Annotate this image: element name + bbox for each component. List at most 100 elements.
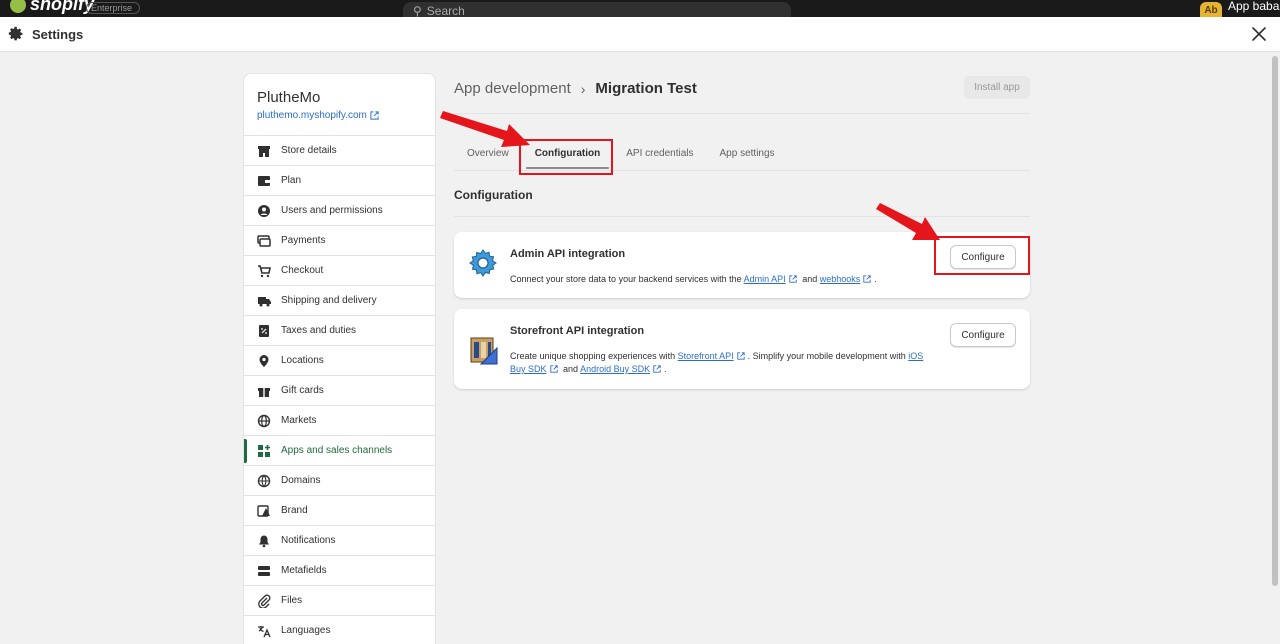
sidebar-item-label: Locations bbox=[281, 355, 324, 366]
external-link-icon bbox=[737, 352, 745, 360]
desc-text: . bbox=[874, 274, 877, 284]
sidebar-item-taxes-and-duties[interactable]: Taxes and duties bbox=[244, 315, 435, 345]
highlight-box-configuration-tab bbox=[519, 139, 613, 175]
tab-overview[interactable]: Overview bbox=[454, 140, 522, 166]
breadcrumb: App development › Migration Test bbox=[454, 80, 697, 97]
tabs: Overview Configuration API credentials A… bbox=[454, 140, 788, 170]
admin-api-description: Connect your store data to your backend … bbox=[510, 273, 930, 286]
tab-api-credentials[interactable]: API credentials bbox=[613, 140, 706, 166]
search-placeholder: Search bbox=[426, 4, 465, 17]
payments-icon bbox=[257, 234, 271, 248]
brand-icon bbox=[257, 504, 271, 518]
sidebar-item-shipping-and-delivery[interactable]: Shipping and delivery bbox=[244, 285, 435, 315]
sidebar-item-label: Users and permissions bbox=[281, 205, 383, 216]
sidebar-item-checkout[interactable]: Checkout bbox=[244, 255, 435, 285]
search-bar[interactable]: ⚲ Search bbox=[403, 2, 791, 17]
truck-icon bbox=[257, 294, 271, 308]
configure-storefront-api-button[interactable]: Configure bbox=[950, 323, 1016, 347]
settings-header: Settings bbox=[0, 17, 1280, 52]
sidebar-item-label: Markets bbox=[281, 415, 317, 426]
apps-icon bbox=[257, 444, 271, 458]
storefront-api-title: Storefront API integration bbox=[510, 325, 645, 337]
sidebar-item-label: Notifications bbox=[281, 535, 336, 546]
settings-nav: Store details Plan Users and permissions Pa… bbox=[244, 135, 435, 644]
user-name[interactable]: App baba bbox=[1228, 0, 1279, 13]
sidebar-item-store-details[interactable]: Store details bbox=[244, 135, 435, 165]
metafields-icon bbox=[257, 564, 271, 578]
external-link-icon bbox=[789, 275, 797, 283]
sidebar-item-plan[interactable]: Plan bbox=[244, 165, 435, 195]
sidebar-item-users-and-permissions[interactable]: Users and permissions bbox=[244, 195, 435, 225]
scrollbar[interactable] bbox=[1270, 52, 1280, 644]
sidebar-item-label: Apps and sales channels bbox=[281, 445, 393, 456]
sidebar-item-label: Payments bbox=[281, 235, 326, 246]
webhooks-link[interactable]: webhooks bbox=[820, 274, 861, 284]
desc-text: and bbox=[802, 274, 818, 284]
sidebar-item-label: Shipping and delivery bbox=[281, 295, 377, 306]
admin-topbar: shopify Enterprise ⚲ Search Ab App baba bbox=[0, 0, 1280, 17]
sidebar-item-label: Taxes and duties bbox=[281, 325, 357, 336]
sidebar-item-label: Checkout bbox=[281, 265, 324, 276]
tax-icon bbox=[257, 324, 271, 338]
store-icon bbox=[257, 144, 271, 158]
desc-text: Connect your store data to your backend … bbox=[510, 274, 742, 284]
sidebar-item-files[interactable]: Files bbox=[244, 585, 435, 615]
user-icon bbox=[257, 204, 271, 218]
paperclip-icon bbox=[257, 594, 271, 608]
gift-icon bbox=[257, 384, 271, 398]
sidebar-item-apps-and-sales-channels[interactable]: Apps and sales channels bbox=[244, 435, 435, 465]
sidebar-item-label: Languages bbox=[281, 625, 331, 636]
sidebar-item-label: Metafields bbox=[281, 565, 327, 576]
sidebar-item-metafields[interactable]: Metafields bbox=[244, 555, 435, 585]
sidebar-item-label: Plan bbox=[281, 175, 302, 186]
shopify-bag-icon bbox=[10, 0, 26, 13]
search-icon: ⚲ bbox=[413, 4, 422, 17]
store-url-link[interactable]: pluthemo.myshopify.com bbox=[257, 110, 379, 121]
sidebar-item-payments[interactable]: Payments bbox=[244, 225, 435, 255]
sidebar-item-languages[interactable]: Languages bbox=[244, 615, 435, 644]
sidebar-item-markets[interactable]: Markets bbox=[244, 405, 435, 435]
highlight-box-configure-button bbox=[934, 236, 1030, 275]
admin-api-link[interactable]: Admin API bbox=[744, 274, 786, 284]
sidebar-item-notifications[interactable]: Notifications bbox=[244, 525, 435, 555]
plan-icon bbox=[257, 174, 271, 188]
globe-icon bbox=[257, 414, 271, 428]
external-link-icon bbox=[370, 111, 379, 120]
install-app-button[interactable]: Install app bbox=[964, 76, 1030, 99]
shopify-logo[interactable]: shopify bbox=[10, 0, 94, 15]
domain-icon bbox=[257, 474, 271, 488]
translate-icon bbox=[257, 624, 271, 638]
sidebar-item-label: Store details bbox=[281, 145, 337, 156]
location-icon bbox=[257, 354, 271, 368]
close-icon[interactable] bbox=[1249, 24, 1269, 44]
divider bbox=[454, 113, 1030, 114]
cart-icon bbox=[257, 264, 271, 278]
store-name: PlutheMo bbox=[257, 89, 321, 106]
gear-icon bbox=[8, 26, 23, 41]
logo-text: shopify bbox=[30, 0, 95, 14]
scrollbar-thumb[interactable] bbox=[1272, 56, 1278, 586]
sidebar-item-label: Files bbox=[281, 595, 303, 606]
android-buy-sdk-link[interactable]: Android Buy SDK bbox=[580, 364, 650, 374]
storefront-api-link[interactable]: Storefront API bbox=[678, 351, 734, 361]
storefront-icon bbox=[470, 337, 498, 365]
divider bbox=[454, 216, 1030, 217]
desc-text: and bbox=[563, 364, 579, 374]
desc-text: . bbox=[664, 364, 667, 374]
page-title: Migration Test bbox=[595, 80, 697, 97]
settings-sidebar: PlutheMo pluthemo.myshopify.com Store de… bbox=[243, 73, 436, 644]
settings-title: Settings bbox=[32, 27, 84, 42]
sidebar-item-domains[interactable]: Domains bbox=[244, 465, 435, 495]
cog-icon bbox=[469, 249, 497, 277]
sidebar-item-gift-cards[interactable]: Gift cards bbox=[244, 375, 435, 405]
storefront-api-description: Create unique shopping experiences with … bbox=[510, 350, 930, 376]
external-link-icon bbox=[549, 365, 558, 373]
desc-text: . Simplify your mobile development with bbox=[747, 351, 906, 361]
desc-text: Create unique shopping experiences with bbox=[510, 351, 676, 361]
avatar[interactable]: Ab bbox=[1200, 2, 1222, 17]
tab-app-settings[interactable]: App settings bbox=[707, 140, 788, 166]
sidebar-item-locations[interactable]: Locations bbox=[244, 345, 435, 375]
breadcrumb-parent[interactable]: App development bbox=[454, 80, 571, 97]
store-badge: Enterprise bbox=[86, 2, 140, 14]
sidebar-item-brand[interactable]: Brand bbox=[244, 495, 435, 525]
